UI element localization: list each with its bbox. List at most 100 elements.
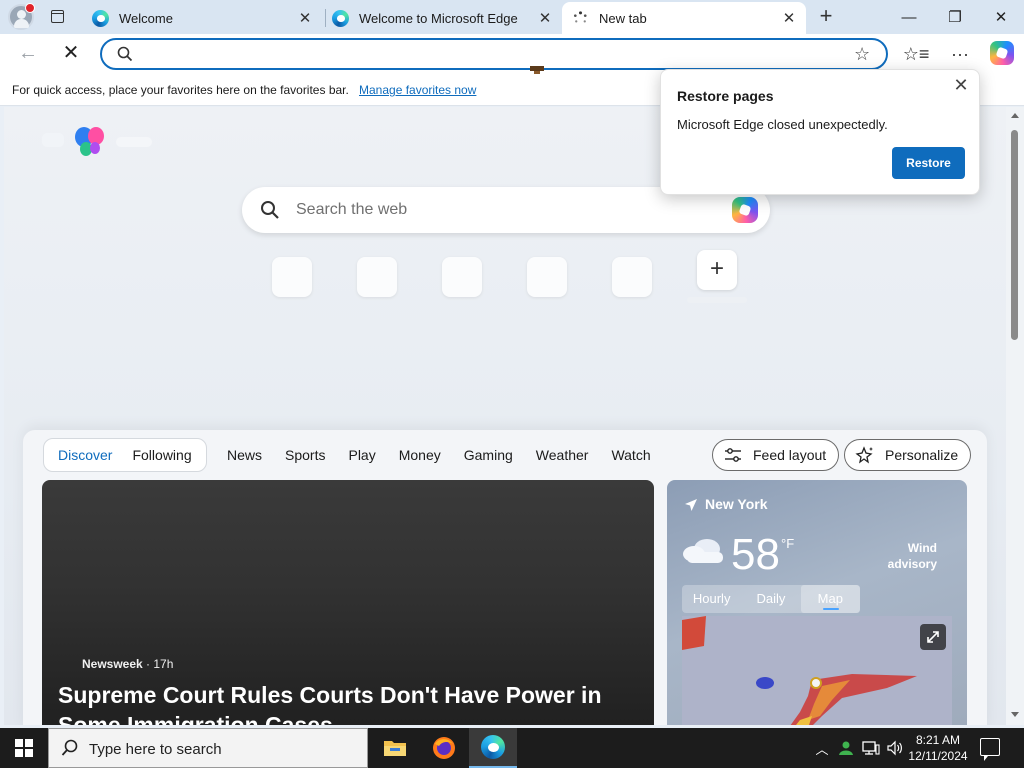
- address-bar[interactable]: ☆: [100, 38, 888, 70]
- weather-widget-placeholder: [42, 133, 64, 147]
- new-tab-button[interactable]: +: [815, 5, 837, 28]
- nav-sports[interactable]: Sports: [285, 438, 325, 472]
- feed-layout-button[interactable]: Feed layout: [712, 439, 840, 471]
- tab-welcome[interactable]: Welcome ✕: [82, 2, 322, 34]
- taskbar-search-box[interactable]: Type here to search: [48, 728, 368, 768]
- copilot-icon[interactable]: [990, 41, 1014, 65]
- feed-layout-label: Feed layout: [753, 447, 827, 463]
- weather-tab-hourly[interactable]: Hourly: [682, 585, 741, 613]
- logo-placeholder: [116, 137, 152, 147]
- tab-strip: Welcome ✕ Welcome to Microsoft Edge ✕ Ne…: [0, 0, 1024, 34]
- weather-tab-map[interactable]: Map: [800, 585, 860, 613]
- show-hidden-icons-button[interactable]: ︿: [814, 728, 830, 768]
- start-button[interactable]: [0, 728, 48, 768]
- taskbar: Type here to search ︿ 8:21 AM 12/11/2024: [0, 728, 1024, 768]
- add-site-button[interactable]: +: [697, 250, 737, 290]
- weather-unit: °F: [781, 536, 795, 551]
- tab-close-icon[interactable]: ✕: [296, 9, 314, 27]
- tab-actions-icon[interactable]: [46, 7, 68, 27]
- loading-spinner-icon: [573, 10, 587, 22]
- edge-taskbar-button[interactable]: [469, 728, 517, 768]
- sparkle-star-icon: [855, 446, 873, 464]
- nav-watch[interactable]: Watch: [611, 438, 650, 472]
- quick-link-tile[interactable]: [442, 257, 482, 297]
- search-icon: [261, 201, 279, 219]
- nav-gaming[interactable]: Gaming: [464, 438, 513, 472]
- new-tab-page: Search the web + Discover Following News…: [4, 107, 1006, 725]
- search-placeholder: Search the web: [296, 201, 408, 218]
- scroll-up-icon[interactable]: [1011, 113, 1019, 118]
- quick-link-tile[interactable]: [272, 257, 312, 297]
- feed-mode-toggle: Discover Following: [43, 438, 207, 472]
- search-icon: [117, 46, 133, 62]
- location-arrow-icon: [685, 499, 697, 511]
- back-button[interactable]: ←: [16, 42, 40, 66]
- page-scrollbar[interactable]: [1006, 107, 1024, 725]
- tab-following[interactable]: Following: [122, 439, 201, 471]
- nav-news[interactable]: News: [227, 438, 262, 472]
- toolbar: ← ✕ ☆ ☆≡ ···: [0, 34, 1024, 92]
- tab-title: New tab: [599, 10, 647, 26]
- favorites-hint: For quick access, place your favorites h…: [12, 83, 349, 97]
- quick-link-tile[interactable]: [612, 257, 652, 297]
- news-feed: Discover Following News Sports Play Mone…: [23, 430, 987, 725]
- favorites-button[interactable]: ☆≡: [903, 42, 930, 66]
- tab-discover[interactable]: Discover: [48, 439, 122, 471]
- nav-money[interactable]: Money: [399, 438, 441, 472]
- weather-map[interactable]: [682, 616, 952, 725]
- address-input[interactable]: [146, 44, 826, 64]
- article-age: · 17h: [146, 657, 174, 671]
- butterfly-logo-icon: [75, 127, 104, 156]
- close-icon[interactable]: ✕: [951, 76, 971, 96]
- file-explorer-button[interactable]: [371, 728, 419, 768]
- edge-favicon-icon: [92, 9, 109, 27]
- weather-advisory[interactable]: Wind advisory: [867, 540, 937, 572]
- copilot-search-icon[interactable]: [732, 197, 758, 223]
- windows-logo-icon: [15, 739, 33, 757]
- add-site-label-placeholder: [687, 297, 747, 303]
- tab-title: Welcome: [119, 10, 173, 26]
- clock-time: 8:21 AM: [915, 733, 961, 747]
- quick-link-tile[interactable]: [527, 257, 567, 297]
- tab-welcome-to-edge[interactable]: Welcome to Microsoft Edge ✕: [322, 2, 562, 34]
- stop-loading-button[interactable]: ✕: [59, 42, 83, 66]
- radar-map-image: [682, 616, 917, 725]
- tab-new-tab[interactable]: New tab ✕: [562, 2, 806, 34]
- scroll-down-icon[interactable]: [1011, 712, 1019, 717]
- firefox-button[interactable]: [420, 728, 468, 768]
- personalize-button[interactable]: Personalize: [844, 439, 972, 471]
- add-favorite-icon[interactable]: ☆: [854, 45, 872, 63]
- nav-play[interactable]: Play: [348, 438, 375, 472]
- restore-pages-popup: Restore pages Microsoft Edge closed unex…: [660, 69, 980, 195]
- weather-tab-daily[interactable]: Daily: [741, 585, 800, 613]
- close-window-button[interactable]: ✕: [978, 0, 1024, 34]
- article-publisher: Newsweek: [82, 657, 143, 671]
- quick-link-tile[interactable]: [357, 257, 397, 297]
- tab-close-icon[interactable]: ✕: [780, 9, 798, 27]
- taskbar-clock[interactable]: 8:21 AM 12/11/2024: [906, 732, 970, 764]
- network-icon[interactable]: [860, 728, 882, 768]
- clock-date: 12/11/2024: [908, 749, 968, 763]
- settings-more-button[interactable]: ···: [948, 42, 972, 66]
- weather-city: New York: [705, 496, 768, 512]
- search-icon: [61, 739, 78, 756]
- notifications-icon[interactable]: [980, 738, 1000, 761]
- article-source: Newsweek · 17h: [82, 657, 173, 671]
- taskbar-search-placeholder: Type here to search: [89, 741, 222, 758]
- restore-window-button[interactable]: ❐: [932, 0, 978, 34]
- minimize-button[interactable]: —: [886, 0, 932, 34]
- user-tray-icon[interactable]: [836, 728, 856, 768]
- restore-button[interactable]: Restore: [892, 147, 965, 179]
- manage-favorites-link[interactable]: Manage favorites now: [359, 83, 476, 97]
- article-headline[interactable]: Supreme Court Rules Courts Don't Have Po…: [58, 680, 638, 725]
- weather-card[interactable]: New York 58 °F Wind advisory Hourly Dail…: [667, 480, 967, 725]
- hero-article-card[interactable]: Newsweek · 17h Supreme Court Rules Court…: [42, 480, 654, 725]
- nav-weather[interactable]: Weather: [536, 438, 589, 472]
- expand-map-icon[interactable]: [920, 624, 946, 650]
- firefox-icon: [433, 737, 455, 759]
- tab-title: Welcome to Microsoft Edge: [359, 10, 518, 26]
- volume-icon[interactable]: [884, 728, 906, 768]
- profile-avatar-icon[interactable]: [8, 3, 35, 30]
- scroll-thumb[interactable]: [1011, 130, 1018, 340]
- tab-close-icon[interactable]: ✕: [536, 9, 554, 27]
